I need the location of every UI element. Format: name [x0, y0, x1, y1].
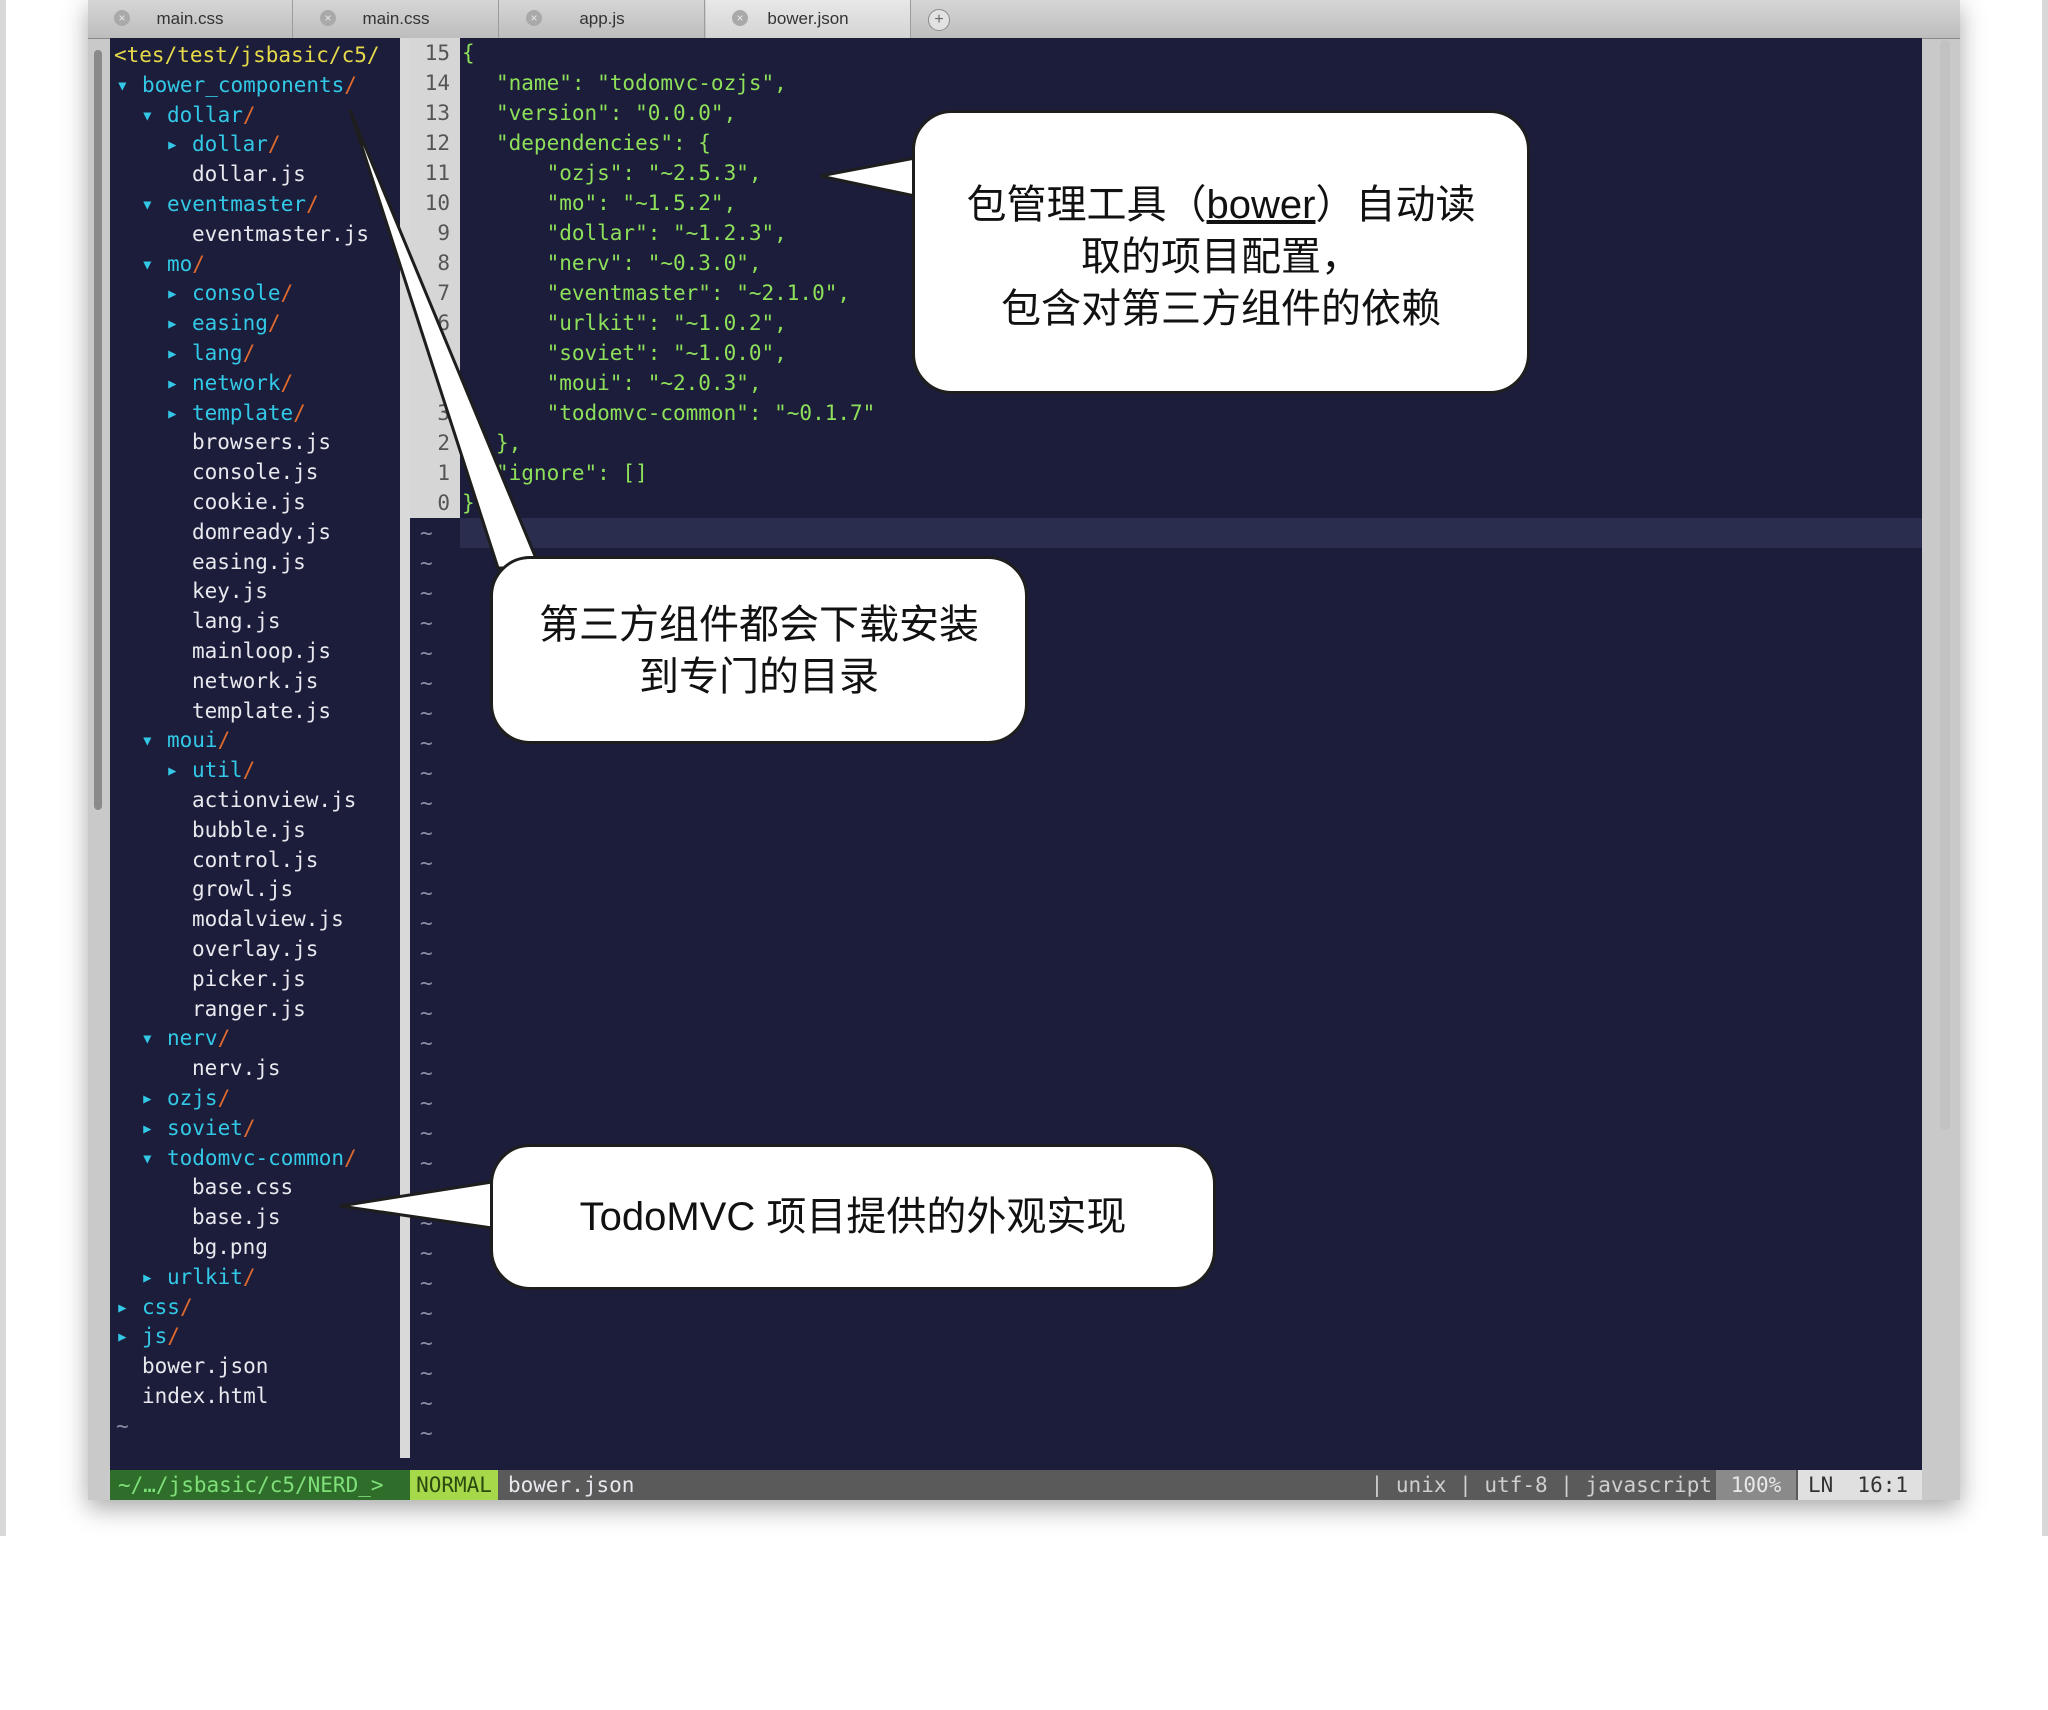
- bower-callout-line-1: 包管理工具（bower）自动读: [966, 183, 1476, 227]
- components-callout-pointer: [348, 109, 543, 570]
- components-callout-line-1: 第三方组件都会下载安装: [539, 603, 979, 647]
- bower-word: bower: [1206, 183, 1316, 227]
- bower-config-callout: 包管理工具（bower）自动读 取的项目配置， 包含对第三方组件的依赖: [912, 110, 1530, 394]
- bower-callout-pointer: [819, 156, 917, 198]
- components-callout-line-2: 到专门的目录: [639, 655, 879, 699]
- todomvc-callout: TodoMVC 项目提供的外观实现: [490, 1144, 1216, 1290]
- todomvc-callout-text: TodoMVC 项目提供的外观实现: [579, 1195, 1127, 1239]
- bower-callout-line-3: 包含对第三方组件的依赖: [1001, 287, 1441, 331]
- bower-callout-line-2: 取的项目配置，: [1081, 235, 1361, 279]
- todomvc-callout-pointer: [339, 1180, 494, 1230]
- components-dir-callout: 第三方组件都会下载安装 到专门的目录: [490, 556, 1028, 744]
